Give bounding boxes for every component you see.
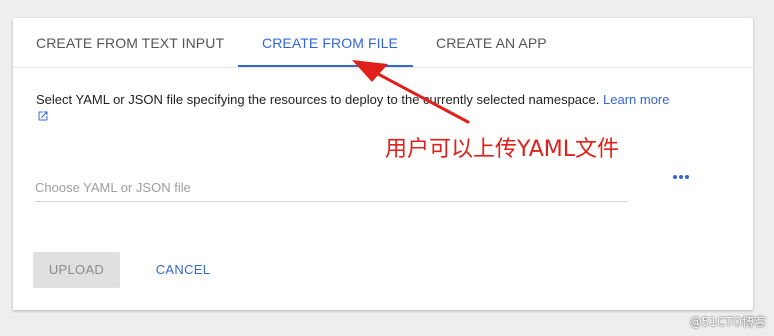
cancel-button[interactable]: CANCEL <box>143 252 223 288</box>
description-text: Select YAML or JSON file specifying the … <box>36 92 736 108</box>
tab-bar: CREATE FROM TEXT INPUT CREATE FROM FILE … <box>13 18 753 68</box>
watermark: @51CTO博客 <box>689 315 766 329</box>
tab-create-an-app[interactable]: CREATE AN APP <box>436 18 576 68</box>
learn-more-link[interactable]: Learn more <box>603 92 669 107</box>
description-label: Select YAML or JSON file specifying the … <box>36 92 600 107</box>
annotation-label: 用户可以上传YAML文件 <box>385 137 620 162</box>
upload-button[interactable]: UPLOAD <box>33 252 120 288</box>
deploy-dialog-card: CREATE FROM TEXT INPUT CREATE FROM FILE … <box>13 18 753 310</box>
tab-create-from-file[interactable]: CREATE FROM FILE <box>238 18 413 68</box>
tab-create-from-text-input[interactable]: CREATE FROM TEXT INPUT <box>36 18 236 68</box>
file-input-placeholder: Choose YAML or JSON file <box>35 180 191 195</box>
file-input-field[interactable]: Choose YAML or JSON file <box>35 172 628 202</box>
active-tab-indicator <box>238 65 413 67</box>
open-in-new-icon[interactable] <box>37 110 49 122</box>
more-options-icon[interactable] <box>667 166 695 188</box>
